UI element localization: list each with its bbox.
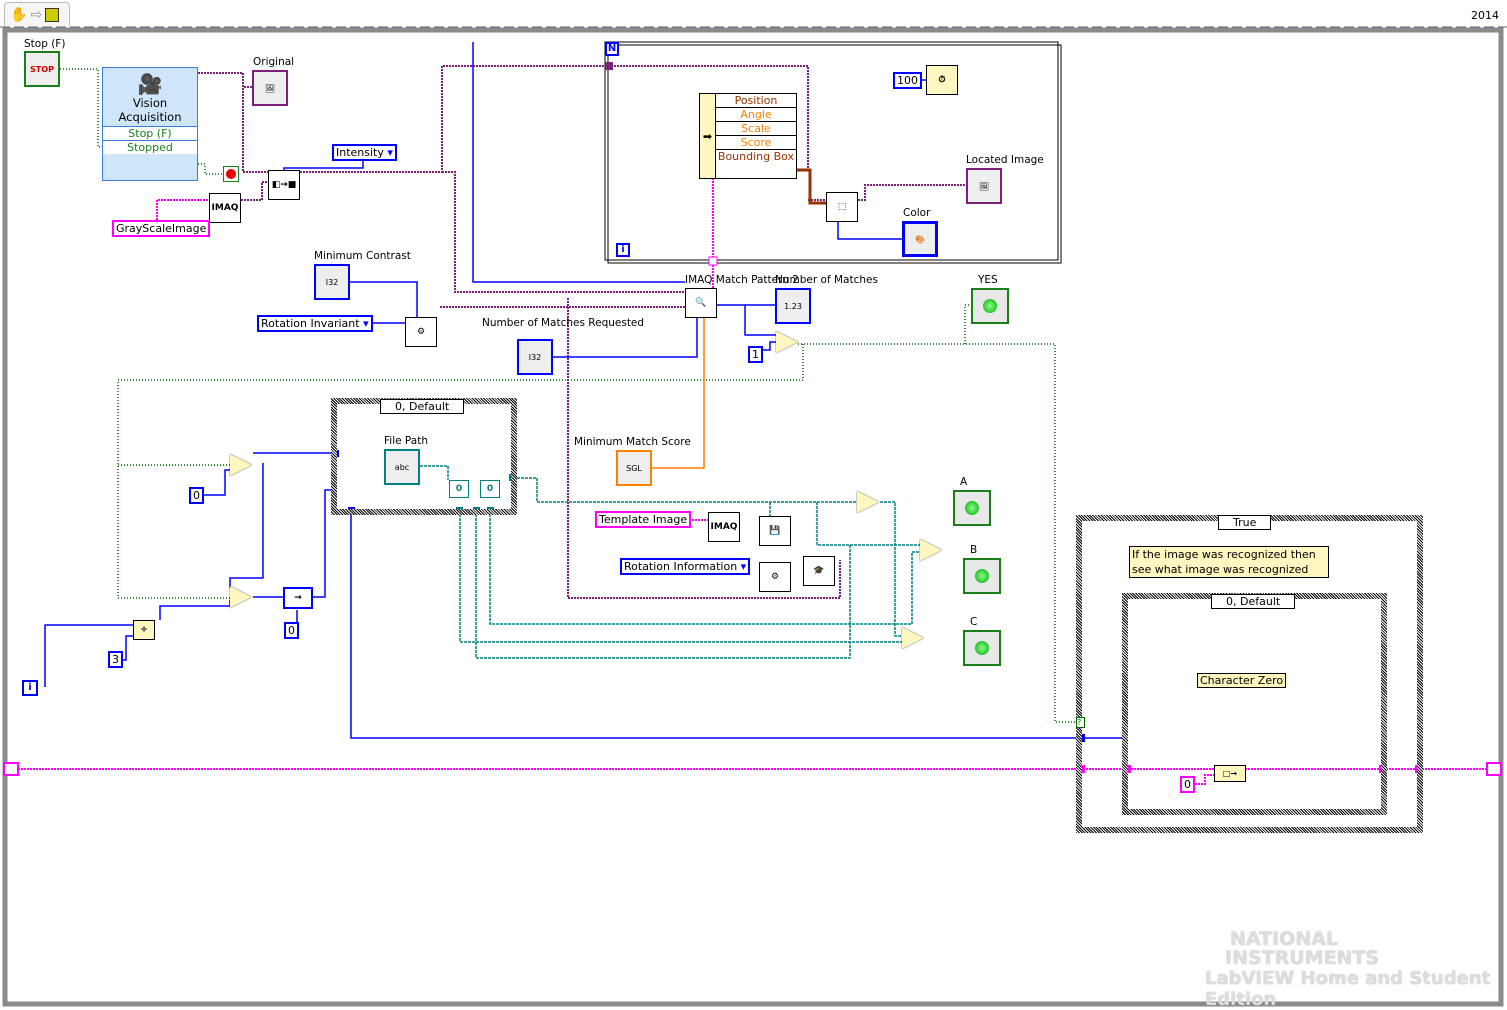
vi-output-stopped[interactable]: Stopped [103,140,197,154]
grayscale-image-constant[interactable]: GrayScaleImage [112,220,211,237]
matches-requested-label: Number of Matches Requested [482,317,645,329]
case-selector-terminal: ? [1076,717,1085,728]
shift-register-right [1486,762,1502,776]
imaq-create-template-node[interactable]: IMAQ [708,512,740,542]
increment-node[interactable]: → [283,587,313,609]
settings-icon: ⚙ [770,572,780,582]
wait-node[interactable]: ⏱ [926,65,958,95]
stop-indicator[interactable] [223,166,239,182]
color-convert-icon: ◧→■ [271,180,297,190]
stop-label: Stop (F) [24,38,66,50]
number-of-matches-indicator[interactable]: 1.23 [775,288,811,324]
unbundle-by-name[interactable]: ➡ Position Angle Scale Score Bounding Bo… [699,93,797,179]
camera-icon: 🎥 [137,72,163,96]
select-node-1[interactable] [230,454,252,476]
stop-control[interactable]: STOP [24,51,60,87]
overlay-rectangle-node[interactable]: ⬚ [826,192,858,222]
field-score[interactable]: Score [716,136,796,150]
zero-constant-a[interactable]: 0 [189,487,204,504]
field-position[interactable]: Position [716,94,796,108]
imaq-create-node[interactable]: IMAQ [209,193,241,223]
located-image-label: Located Image [966,154,1044,166]
quotient-remainder-node[interactable]: ÷ [133,620,155,640]
vision-acquisition-express-vi[interactable]: 🎥 Vision Acquisition Stop (F) Stopped [102,67,198,181]
field-angle[interactable]: Angle [716,108,796,122]
imaq-match-pattern-node[interactable]: 🔍 [685,288,717,318]
case-selector-inner[interactable]: 0, Default [1211,594,1296,609]
zero-constant-c[interactable]: 0 [1180,776,1195,793]
located-image-indicator[interactable]: 🖼 [966,168,1002,204]
path-icon: abc [394,462,410,472]
rotation-information-ring[interactable]: Rotation Information [620,558,751,575]
rotation-invariant-ring[interactable]: Rotation Invariant [257,315,373,332]
field-scale[interactable]: Scale [716,122,796,136]
metronome-icon: ⏱ [938,75,946,85]
settings-icon: ⚙ [416,327,426,337]
wait-ms-constant[interactable]: 100 [893,72,922,89]
loop-count-terminal[interactable]: N [605,42,619,56]
c-label: C [970,616,978,628]
min-contrast-control[interactable]: I32 [314,264,350,300]
compare-b-node[interactable] [920,539,942,561]
a-label: A [960,476,968,488]
file-path-control[interactable]: abc [384,449,420,485]
template-image-constant[interactable]: Template Image [595,511,692,528]
one-constant[interactable]: 1 [748,346,763,363]
build-array-node[interactable]: □→ [1214,765,1246,782]
c-led[interactable] [963,630,1001,666]
magnifier-icon: 🔍 [695,298,707,308]
original-label: Original [253,56,295,68]
vi-title: Vision Acquisition [118,96,182,124]
while-iteration-terminal: i [22,680,38,696]
graduation-cap-icon: 🎓 [813,566,825,576]
read-template-node[interactable]: 💾 [759,516,791,546]
case-selector-true[interactable]: True [1218,515,1272,530]
case-structure-inner [1122,593,1387,815]
color-control[interactable]: 🎨 [902,221,938,257]
palette-icon: 🎨 [915,234,925,244]
comment-label: If the image was recognized then see wha… [1129,546,1329,578]
zero-constant-b[interactable]: 0 [284,622,299,639]
min-match-score-control[interactable]: SGL [616,450,652,486]
overlay-icon: ⬚ [837,202,847,212]
original-image-indicator[interactable]: 🖼 [252,70,288,106]
b-label: B [970,544,978,556]
vi-input-stop[interactable]: Stop (F) [103,126,197,140]
b-led[interactable] [963,558,1001,594]
image-display-icon: 🖼 [978,181,990,191]
greater-equal-node[interactable] [776,331,798,353]
compare-a-node[interactable] [857,491,879,513]
for-iteration-terminal: i [616,243,630,257]
three-constant[interactable]: 3 [108,651,123,668]
intensity-ring[interactable]: Intensity [332,144,397,161]
shift-register-left [3,762,19,776]
color-label: Color [903,207,931,219]
character-zero-label: Character Zero [1197,673,1287,688]
select-node-2[interactable] [230,586,252,608]
image-display-icon: 🖼 [264,83,276,93]
setup-match-pattern-node[interactable]: ⚙ [405,317,437,347]
field-bounding-box[interactable]: Bounding Box [716,150,796,163]
path-node-2[interactable]: 0 [480,480,500,498]
number-of-matches-label: Number of Matches [775,274,878,286]
compare-c-node[interactable] [902,627,924,649]
min-contrast-label: Minimum Contrast [314,250,411,262]
ni-watermark: NATIONAL INSTRUMENTS LabVIEW Home and St… [1205,928,1491,1010]
setup-learn-node[interactable]: ⚙ [759,562,791,592]
a-led[interactable] [953,490,991,526]
for-loop-frame [604,41,1059,261]
yes-label: YES [978,274,998,286]
path-node-1[interactable]: 0 [449,480,469,498]
matches-requested-control[interactable]: I32 [517,339,553,375]
arrow-right-icon: ➡ [700,94,716,178]
file-path-label: File Path [384,435,428,447]
color-plane-extract-node[interactable]: ◧→■ [268,170,300,200]
learn-pattern-node[interactable]: 🎓 [803,556,835,586]
file-read-icon: 💾 [769,526,781,536]
min-match-score-label: Minimum Match Score [574,436,691,448]
case-selector-file[interactable]: 0, Default [380,399,465,414]
yes-led[interactable] [971,288,1009,324]
